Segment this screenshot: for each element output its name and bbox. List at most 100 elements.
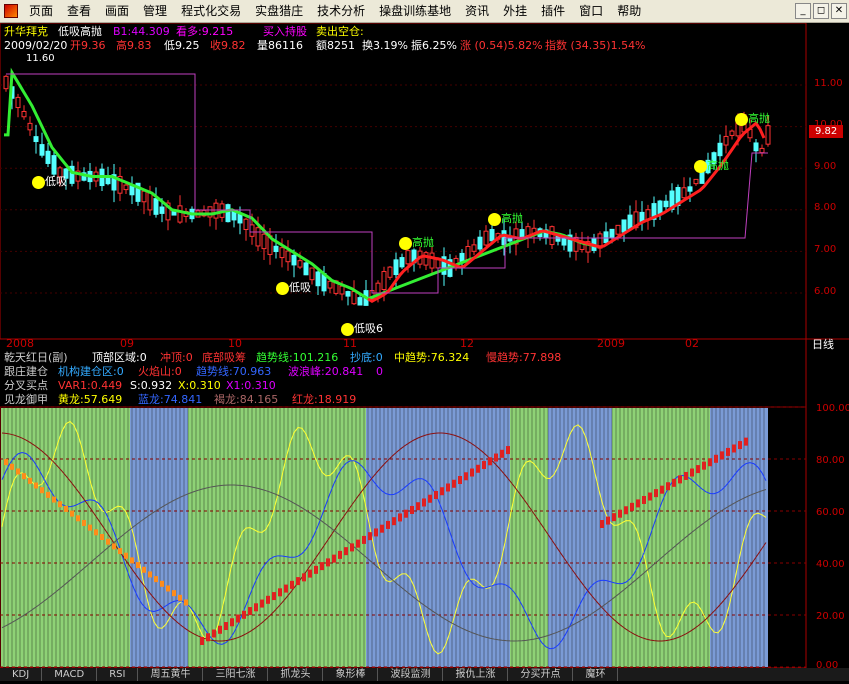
minimize-icon[interactable]: _ (795, 3, 811, 19)
app-logo-icon (0, 1, 22, 21)
sub-red-block (446, 483, 450, 492)
tab-rsi[interactable]: RSI (97, 668, 139, 681)
sub-orange-block (52, 496, 56, 503)
sub-red-block (684, 471, 688, 480)
candle-body (399, 257, 405, 268)
sub-red-block (248, 607, 252, 616)
tab-magic-ring[interactable]: 魔环 (573, 668, 619, 681)
smiley-icon (341, 322, 354, 336)
menu-technical-analysis[interactable]: 技术分析 (310, 1, 372, 21)
sub-red-block (654, 489, 658, 498)
menu-plugins[interactable]: 插件 (534, 1, 572, 21)
signal-low-buy: 低吸 (32, 175, 67, 189)
menu-news[interactable]: 资讯 (458, 1, 496, 21)
sub-red-block (332, 554, 336, 563)
candle-body (285, 250, 291, 263)
period-label[interactable]: 日线 (812, 338, 834, 351)
tab-shape-bar[interactable]: 象形棒 (323, 668, 379, 681)
tab-friday-bull[interactable]: 周五黄牛 (138, 668, 204, 681)
menu-page[interactable]: 页面 (22, 1, 60, 21)
sub-tick: 100.00 (816, 403, 849, 414)
menu-plugin-ext[interactable]: 外挂 (496, 1, 534, 21)
tab-band-monitor[interactable]: 波段监测 (378, 668, 444, 681)
sub-red-block (380, 524, 384, 533)
tab-dragon-head[interactable]: 抓龙头 (268, 668, 324, 681)
tab-revenge-rise[interactable]: 报仇上涨 (443, 668, 509, 681)
candle-body (465, 246, 471, 261)
time-tick: 12 (460, 337, 474, 350)
menu-program-trading[interactable]: 程式化交易 (174, 1, 248, 21)
candle-body (693, 178, 699, 185)
price-tick: 6.00 (814, 286, 837, 297)
sub-red-block (726, 447, 730, 456)
menu-manage[interactable]: 管理 (136, 1, 174, 21)
tab-buy-point[interactable]: 分买开点 (508, 668, 574, 681)
sub-red-block (230, 618, 234, 627)
candle-body (717, 142, 723, 157)
bottom-tab-bar: KDJ MACD RSI 周五黄牛 三阳七涨 抓龙头 象形棒 波段监测 报仇上涨… (0, 668, 849, 681)
quote-close: 收9.82 (210, 39, 246, 52)
candle-body (147, 192, 153, 211)
restore-icon[interactable]: ◻ (813, 3, 829, 19)
candle-body (477, 236, 483, 250)
smiley-icon (399, 236, 412, 250)
close-icon[interactable]: ✕ (831, 3, 847, 19)
tab-macd[interactable]: MACD (42, 668, 98, 681)
sub-orange-block (106, 538, 110, 545)
candle-body (687, 186, 693, 192)
sub-red-block (708, 458, 712, 467)
sub-red-block (440, 487, 444, 496)
sub-orange-block (142, 566, 146, 573)
candle-body (39, 144, 45, 156)
menu-training-base[interactable]: 操盘训练基地 (372, 1, 458, 21)
time-tick: 02 (685, 337, 699, 350)
candle-body (381, 271, 387, 291)
sub-red-block (612, 513, 616, 522)
sub-red-block (398, 513, 402, 522)
candle-body (603, 231, 609, 244)
sub-red-block (404, 509, 408, 518)
sub-red-block (362, 535, 366, 544)
tab-three-yang[interactable]: 三阳七涨 (203, 668, 269, 681)
candle-body (243, 218, 249, 231)
sub-red-block (206, 633, 210, 642)
chart-area[interactable]: 升华拜克 低吸高抛 B1:44.309 看多:9.215 买入持股 卖出空仓: … (0, 22, 849, 681)
candle-body (483, 230, 489, 246)
candle-body (327, 280, 333, 289)
smiley-icon (735, 112, 748, 126)
sub-red-block (720, 451, 724, 460)
sub-red-block (702, 461, 706, 470)
bull-value: 看多:9.215 (176, 25, 234, 38)
sub-red-block (488, 457, 492, 466)
candle-body (51, 155, 57, 175)
signal-low-buy: 低吸 (276, 281, 311, 295)
candle-body (177, 205, 183, 223)
candle-body (153, 198, 159, 215)
tab-kdj[interactable]: KDJ (0, 668, 43, 681)
menu-window[interactable]: 窗口 (572, 1, 610, 21)
sub-red-block (308, 569, 312, 578)
row4-brown: 褐龙:84.165 (214, 393, 279, 406)
row3-x: X:0.310 (178, 379, 221, 392)
menu-view[interactable]: 查看 (60, 1, 98, 21)
time-tick: 2009 (597, 337, 625, 350)
sub-red-block (416, 502, 420, 511)
current-price-badge: 9.82 (809, 125, 844, 138)
sub-red-block (410, 505, 414, 514)
menu-screen[interactable]: 画面 (98, 1, 136, 21)
sub-red-block (732, 444, 736, 453)
sell-empty-label: 卖出空仓: (316, 25, 364, 38)
menu-help[interactable]: 帮助 (610, 1, 648, 21)
menu-live-hunt[interactable]: 实盘猎庄 (248, 1, 310, 21)
quote-volume: 量86116 (257, 39, 303, 52)
candle-body (345, 291, 351, 297)
smiley-icon (694, 159, 707, 173)
row3-name: 分叉买点 (4, 379, 48, 392)
sub-orange-block (124, 552, 128, 559)
sub-tick: 20.00 (816, 611, 845, 622)
sub-red-block (368, 532, 372, 541)
candle-body (549, 226, 555, 246)
sub-red-block (338, 550, 342, 559)
smiley-icon (488, 212, 501, 226)
sub-red-block (458, 476, 462, 485)
